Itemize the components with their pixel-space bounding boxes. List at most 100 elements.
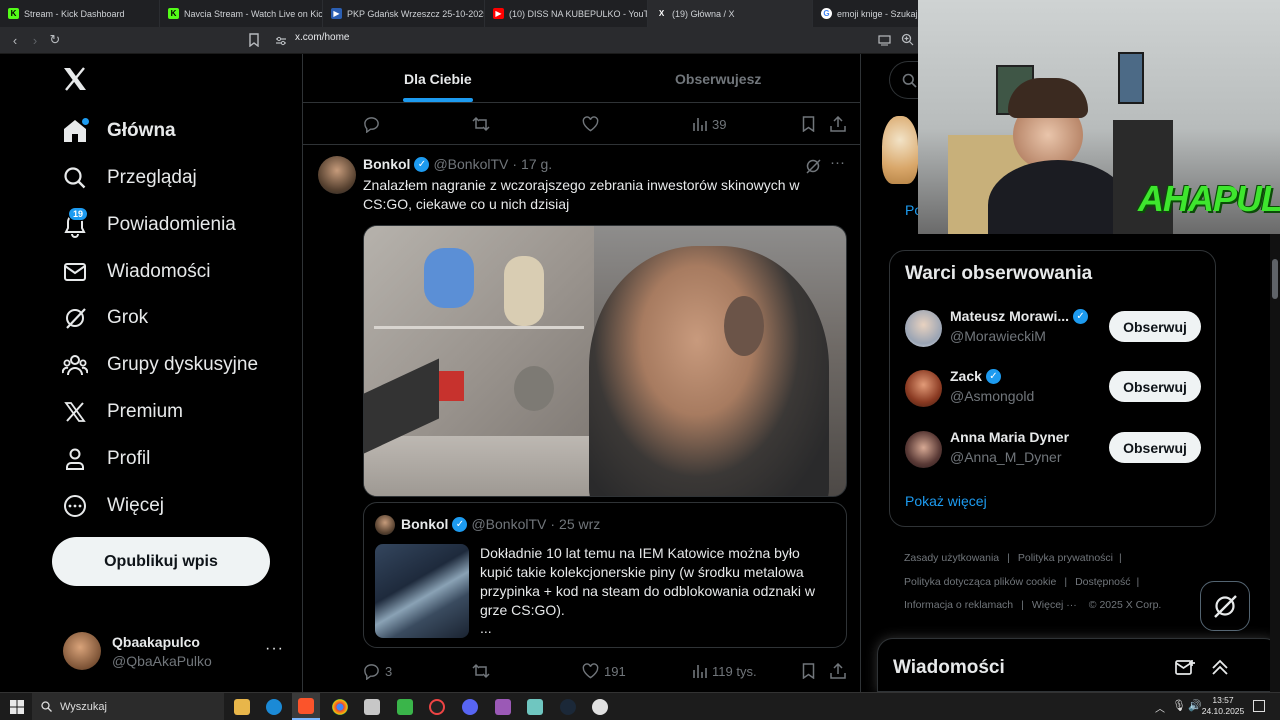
cast-icon[interactable] — [878, 33, 892, 47]
views-stat[interactable]: 119 tys. — [692, 656, 757, 686]
site-settings-icon[interactable] — [275, 34, 287, 46]
taskbar-search[interactable]: Wyszukaj — [32, 693, 224, 720]
follow-button[interactable]: Obserwuj — [1109, 432, 1201, 463]
suggestion-handle: @MorawieckiM — [950, 328, 1046, 344]
bell-icon: 19 — [60, 207, 90, 240]
quoted-post[interactable]: Bonkol ✓ @BonkolTV · 25 wrz Dokładnie 10… — [363, 502, 847, 648]
nav-item-home[interactable]: Główna — [60, 109, 176, 153]
post-time[interactable]: 17 g. — [521, 156, 552, 172]
author-name[interactable]: Bonkol — [363, 156, 410, 172]
zoom-icon[interactable] — [901, 33, 915, 47]
footer-link[interactable]: Informacja o reklamach — [904, 599, 1013, 611]
feed-tabs: Dla Ciebie Obserwujesz — [303, 54, 860, 103]
new-message-icon[interactable] — [1175, 659, 1195, 677]
nav-item-more[interactable]: Więcej — [60, 484, 164, 528]
avatar[interactable] — [318, 156, 356, 194]
verified-badge-icon: ✓ — [414, 156, 430, 172]
bookmark-icon[interactable] — [248, 33, 262, 48]
nav-item-profile[interactable]: Profil — [60, 437, 150, 481]
nav-item-grok[interactable]: Grok — [60, 296, 148, 340]
chrome-icon[interactable] — [332, 699, 348, 715]
like-icon[interactable] — [582, 109, 599, 139]
grok-icon — [60, 303, 90, 333]
share-icon[interactable] — [830, 109, 846, 139]
system-clock[interactable]: 13:57 24.10.2025 — [1200, 695, 1246, 717]
nav-item-messages[interactable]: Wiadomości — [60, 250, 210, 294]
reply-icon[interactable] — [363, 109, 380, 139]
account-name: Qbaakapulco — [112, 634, 200, 650]
views-icon — [693, 117, 707, 131]
footer-link[interactable]: Polityka prywatności — [1018, 552, 1113, 564]
windows-start-icon[interactable] — [10, 700, 24, 714]
app-icon[interactable] — [527, 699, 543, 715]
author-handle[interactable]: @BonkolTV — [433, 156, 508, 172]
reply-stat[interactable]: 3 — [363, 656, 392, 686]
footer-link[interactable]: Polityka dotycząca plików cookie — [904, 576, 1056, 588]
tab-following[interactable]: Obserwujesz — [675, 54, 761, 103]
browser-tab-active[interactable]: X (19) Główna / X — [648, 0, 813, 27]
tab-for-you[interactable]: Dla Ciebie — [404, 54, 472, 103]
views-stat[interactable]: 39 — [692, 109, 726, 139]
video-frame-shelf — [374, 326, 584, 329]
like-stat[interactable]: 191 — [582, 656, 626, 686]
grok-icon — [1214, 595, 1237, 618]
x-logo-icon[interactable] — [62, 66, 90, 94]
more-options-icon[interactable]: ··· — [265, 640, 284, 658]
discord-icon[interactable] — [462, 699, 478, 715]
app-icon[interactable] — [592, 699, 608, 715]
post-text: Znalazłem nagranie z wczorajszego zebran… — [363, 177, 800, 212]
file-explorer-icon[interactable] — [234, 699, 250, 715]
post-video[interactable] — [363, 225, 847, 497]
grok-button[interactable] — [1200, 581, 1250, 631]
bookmark-icon[interactable] — [802, 109, 815, 139]
back-icon[interactable]: ‹ — [5, 30, 25, 50]
microphone-icon[interactable]: 🎙 — [1172, 699, 1186, 712]
nav-item-premium[interactable]: Premium — [60, 390, 183, 434]
publish-post-button[interactable]: Opublikuj wpis — [52, 537, 270, 586]
post[interactable]: Bonkol ✓ @BonkolTV · 17 g. ··· Znalazłem… — [303, 145, 860, 692]
scrollbar-thumb[interactable] — [1272, 259, 1278, 299]
app-icon[interactable] — [364, 699, 380, 715]
share-icon[interactable] — [830, 656, 846, 686]
suggestion-row[interactable]: Anna Maria Dyner @Anna_M_Dyner Obserwuj — [905, 429, 1205, 473]
kick-icon[interactable] — [397, 699, 413, 715]
follow-button[interactable]: Obserwuj — [1109, 371, 1201, 402]
show-more-link[interactable]: Pokaż więcej — [905, 493, 987, 509]
more-options-icon[interactable]: ··· — [830, 154, 845, 171]
avatar — [905, 310, 942, 347]
browser-tab[interactable]: ▶ (10) DISS NA KUBEPULKO - YouTube — [485, 0, 648, 27]
notification-center-icon[interactable] — [1253, 700, 1265, 712]
reload-icon[interactable]: ↻ — [45, 30, 65, 50]
nav-item-explore[interactable]: Przeglądaj — [60, 156, 197, 200]
nav-item-communities[interactable]: Grupy dyskusyjne — [60, 343, 258, 387]
suggestion-row[interactable]: Mateusz Morawi... ✓ @MorawieckiM Obserwuj — [905, 308, 1205, 352]
messages-drawer-title: Wiadomości — [893, 657, 1005, 678]
nav-item-notifications[interactable]: 19 Powiadomienia — [60, 203, 236, 247]
obs-icon[interactable] — [429, 699, 445, 715]
follow-button[interactable]: Obserwuj — [1109, 311, 1201, 342]
app-icon[interactable] — [495, 699, 511, 715]
footer-links: Zasady użytkowania | Polityka prywatności |… — [904, 552, 1162, 611]
active-tab-indicator — [403, 98, 473, 102]
messages-drawer[interactable]: Wiadomości — [877, 638, 1280, 692]
bookmark-icon[interactable] — [802, 656, 815, 686]
forward-icon[interactable]: › — [25, 30, 45, 50]
steam-icon[interactable] — [560, 699, 576, 715]
taskbar-active-app[interactable] — [292, 693, 320, 720]
repost-icon[interactable] — [472, 656, 490, 686]
suggestion-name: Anna Maria Dyner — [950, 429, 1070, 445]
suggestion-row[interactable]: Zack ✓ @Asmongold Obserwuj — [905, 368, 1205, 412]
browser-tab[interactable]: ▶ PKP Gdańsk Wrzeszcz 25-10-2025 0! — [323, 0, 485, 27]
browser-tab[interactable]: G emoji knige - Szukaj w — [813, 0, 923, 27]
footer-link[interactable]: Zasady użytkowania — [904, 552, 999, 564]
browser-tab[interactable]: K Stream - Kick Dashboard — [0, 0, 160, 27]
account-switcher[interactable]: Qbaakapulco @QbaAkaPulko ··· — [52, 625, 292, 677]
url-field[interactable]: x.com/home — [295, 32, 349, 43]
chevron-up-icon[interactable]: ︿ — [1155, 700, 1165, 715]
chevron-up-icon[interactable] — [1211, 659, 1229, 675]
browser-tab[interactable]: K Navcia Stream - Watch Live on Kick — [160, 0, 323, 27]
repost-icon[interactable] — [472, 109, 490, 139]
footer-link[interactable]: Dostępność — [1075, 576, 1130, 588]
footer-link[interactable]: Więcej ··· — [1032, 599, 1077, 611]
edge-icon[interactable] — [266, 699, 282, 715]
